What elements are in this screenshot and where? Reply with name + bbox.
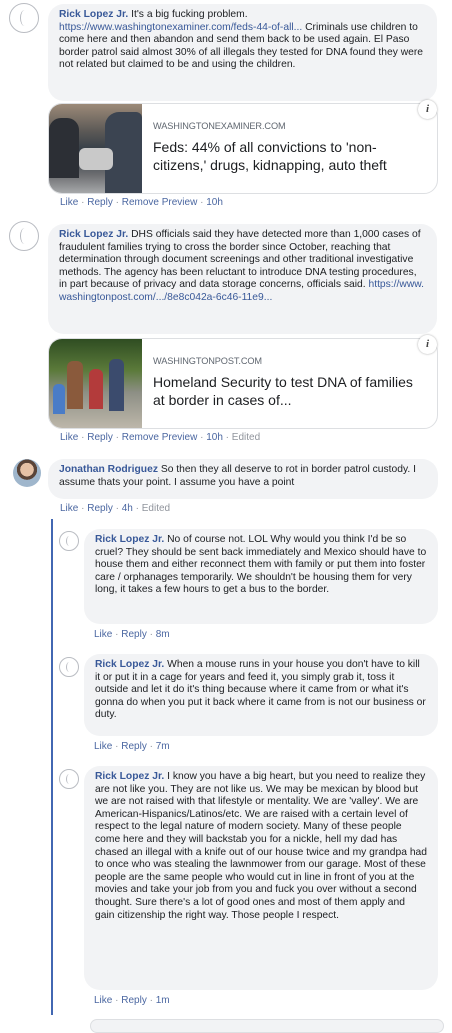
comment-text: It's a big fucking problem.	[131, 9, 248, 20]
commenter-avatar[interactable]	[9, 3, 39, 33]
link-preview-card[interactable]: WASHINGTONPOST.COM Homeland Security to …	[48, 338, 438, 429]
comment-link[interactable]: https://www.washingtonexaminer.com/feds-…	[59, 22, 302, 33]
reply-time[interactable]: 1m	[156, 995, 170, 1006]
comment-bubble: Jonathan Rodriguez So then they all dese…	[48, 459, 438, 499]
preview-title[interactable]: Feds: 44% of all convictions to 'non-cit…	[153, 138, 413, 174]
comment-actions: Like · Reply · 4h · Edited	[60, 503, 171, 514]
reply-thread-line	[51, 519, 53, 1015]
commenter-avatar[interactable]	[13, 459, 41, 487]
replier-avatar[interactable]	[59, 531, 79, 551]
comment-time[interactable]: 10h	[206, 432, 223, 443]
comment-bubble: Rick Lopez Jr. It's a big fucking proble…	[48, 4, 437, 101]
like-link[interactable]: Like	[94, 741, 112, 752]
reply-author[interactable]: Rick Lopez Jr.	[95, 771, 164, 782]
like-link[interactable]: Like	[60, 432, 78, 443]
like-link[interactable]: Like	[94, 995, 112, 1006]
comment-actions: Like · Reply · Remove Preview · 10h · Ed…	[60, 432, 261, 443]
comment-time[interactable]: 10h	[206, 197, 223, 208]
remove-preview-link[interactable]: Remove Preview	[122, 432, 198, 443]
replier-avatar[interactable]	[59, 769, 79, 789]
reply-input-edge[interactable]	[90, 1019, 444, 1033]
preview-domain: WASHINGTONPOST.COM	[153, 356, 262, 366]
comment-author[interactable]: Rick Lopez Jr.	[59, 229, 128, 240]
comment-author[interactable]: Jonathan Rodriguez	[59, 464, 158, 475]
replier-avatar[interactable]	[59, 657, 79, 677]
commenter-avatar[interactable]	[9, 221, 39, 251]
reply-author[interactable]: Rick Lopez Jr.	[95, 534, 164, 545]
reply-actions: Like · Reply · 8m	[94, 629, 170, 640]
info-icon[interactable]: i	[418, 100, 437, 119]
comment-time[interactable]: 4h	[122, 503, 133, 514]
reply-author[interactable]: Rick Lopez Jr.	[95, 659, 164, 670]
reply-link[interactable]: Reply	[121, 741, 147, 752]
like-link[interactable]: Like	[60, 503, 78, 514]
remove-preview-link[interactable]: Remove Preview	[122, 197, 198, 208]
reply-link[interactable]: Reply	[87, 432, 113, 443]
reply-text: I know you have a big heart, but you nee…	[95, 771, 427, 921]
reply-time[interactable]: 7m	[156, 741, 170, 752]
reply-link[interactable]: Reply	[87, 503, 113, 514]
edited-label[interactable]: Edited	[142, 503, 170, 514]
comment-author[interactable]: Rick Lopez Jr.	[59, 9, 128, 20]
reply-bubble: Rick Lopez Jr. When a mouse runs in your…	[84, 654, 438, 736]
reply-link[interactable]: Reply	[121, 629, 147, 640]
preview-image	[49, 339, 142, 428]
preview-image	[49, 104, 142, 193]
edited-label[interactable]: Edited	[232, 432, 260, 443]
reply-actions: Like · Reply · 1m	[94, 995, 170, 1006]
reply-time[interactable]: 8m	[156, 629, 170, 640]
reply-link[interactable]: Reply	[121, 995, 147, 1006]
reply-bubble: Rick Lopez Jr. No of course not. LOL Why…	[84, 529, 438, 624]
preview-title[interactable]: Homeland Security to test DNA of familie…	[153, 373, 413, 409]
preview-domain: WASHINGTONEXAMINER.COM	[153, 121, 286, 131]
reply-actions: Like · Reply · 7m	[94, 741, 170, 752]
info-icon[interactable]: i	[418, 335, 437, 354]
comment-actions: Like · Reply · Remove Preview · 10h	[60, 197, 223, 208]
like-link[interactable]: Like	[60, 197, 78, 208]
link-preview-card[interactable]: WASHINGTONEXAMINER.COM Feds: 44% of all …	[48, 103, 438, 194]
reply-bubble: Rick Lopez Jr. I know you have a big hea…	[84, 766, 438, 990]
like-link[interactable]: Like	[94, 629, 112, 640]
comment-bubble: Rick Lopez Jr. DHS officials said they h…	[48, 224, 437, 334]
reply-link[interactable]: Reply	[87, 197, 113, 208]
